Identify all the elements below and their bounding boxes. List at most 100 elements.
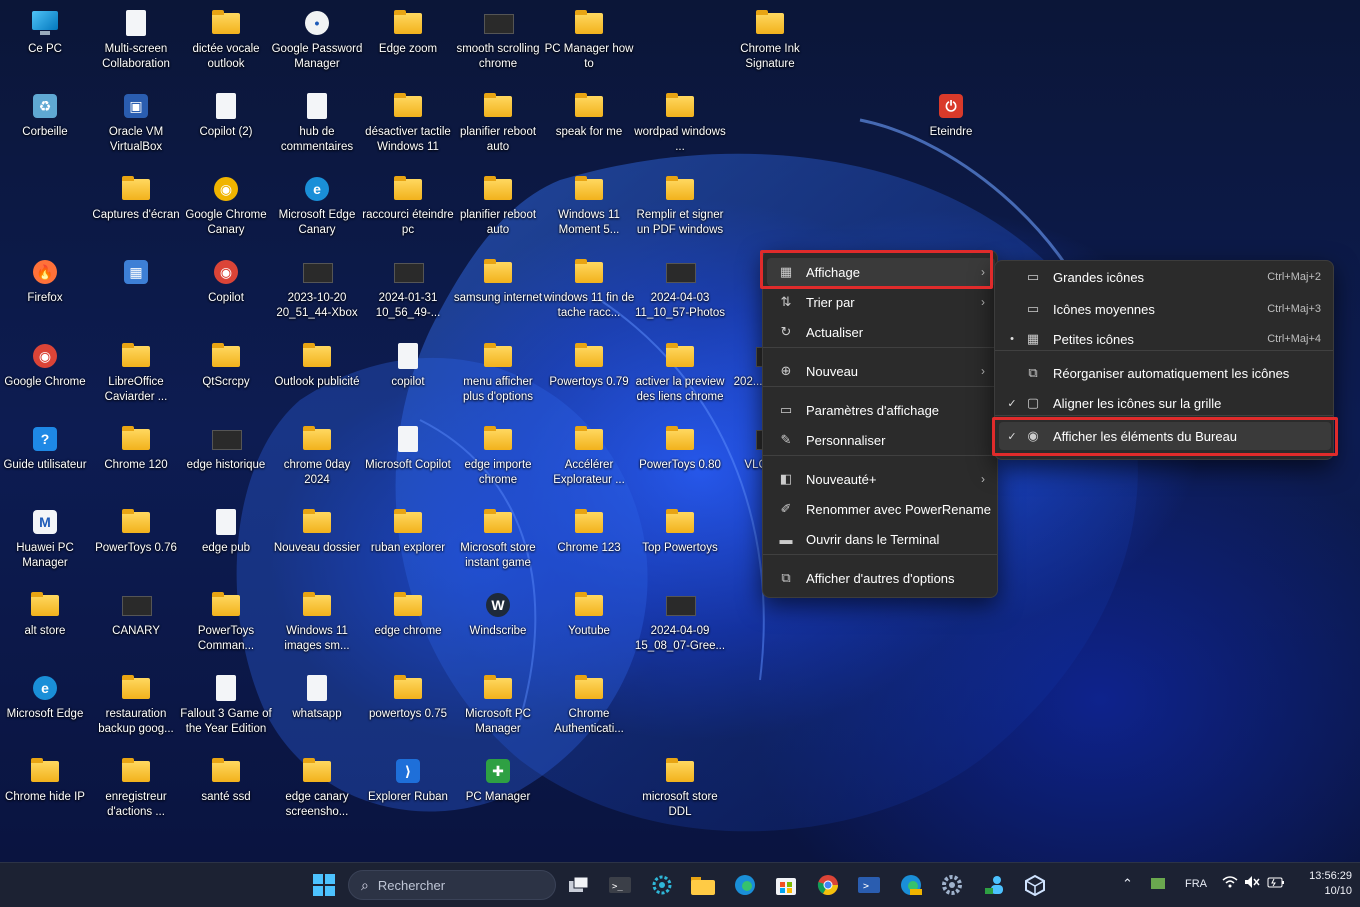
desktop-icon[interactable]: ◉ Google Chrome <box>1 337 89 419</box>
submenu-item[interactable]: ⧉ Réorganiser automatiquement les icônes <box>999 359 1331 387</box>
submenu-item[interactable]: ▭ Icônes moyennes Ctrl+Maj+3 <box>999 295 1331 323</box>
desktop-icon[interactable]: hub de commentaires <box>273 87 361 169</box>
desktop-icon[interactable]: Chrome Ink Signature <box>726 4 814 86</box>
people-taskbar-button[interactable] <box>979 870 1009 900</box>
desktop-icon[interactable]: PowerToys 0.80 <box>636 420 724 502</box>
volume-muted-icon[interactable] <box>1244 875 1260 892</box>
desktop-icon[interactable]: Edge zoom <box>364 4 452 86</box>
chrome-taskbar-button[interactable] <box>813 870 843 900</box>
context-menu-item[interactable]: ▬ Ouvrir dans le Terminal <box>767 525 995 553</box>
terminal-taskbar-button[interactable]: >_ <box>605 870 635 900</box>
desktop-icon[interactable]: 2024-04-03 11_10_57-Photos <box>635 253 725 335</box>
desktop-icon[interactable]: M Huawei PC Manager <box>1 503 89 585</box>
desktop-icon[interactable]: speak for me <box>545 87 633 169</box>
desktop-icon[interactable]: Chrome hide IP <box>1 752 89 834</box>
context-menu-item[interactable]: ⧉ Afficher d'autres d'options <box>767 564 995 592</box>
context-menu-item[interactable]: ⇅ Trier par › <box>767 288 995 316</box>
desktop-icon[interactable]: LibreOffice Caviarder ... <box>92 337 180 419</box>
desktop-icon[interactable]: ▦ <box>92 253 180 335</box>
desktop-icon[interactable]: ♻ Corbeille <box>1 87 89 169</box>
desktop-icon[interactable]: ⏻ Eteindre <box>907 87 995 169</box>
start-button[interactable] <box>309 870 339 900</box>
desktop-icon[interactable]: menu afficher plus d'options <box>454 337 542 419</box>
desktop-icon[interactable]: ✚ PC Manager <box>454 752 542 834</box>
powershell-taskbar-button[interactable]: > <box>854 870 884 900</box>
virtualbox-taskbar-button[interactable] <box>1020 870 1050 900</box>
context-menu-item[interactable]: ▦ Affichage › <box>767 258 995 286</box>
desktop-icon[interactable]: edge chrome <box>364 586 452 668</box>
desktop-icon[interactable]: 2024-01-31 10_56_49-... <box>364 253 452 335</box>
context-menu-item[interactable]: ⊕ Nouveau › <box>767 357 995 385</box>
desktop-icon[interactable]: Windows 11 Moment 5... <box>545 170 633 252</box>
file-explorer-button[interactable] <box>688 870 718 900</box>
desktop-icon[interactable]: chrome 0day 2024 <box>273 420 361 502</box>
desktop-icon[interactable]: Microsoft PC Manager <box>454 669 542 751</box>
language-indicator[interactable]: FRA <box>1185 878 1207 890</box>
edge-canary-taskbar-button[interactable] <box>896 870 926 900</box>
desktop-icon[interactable]: microsoft store DDL <box>636 752 724 834</box>
desktop-icon[interactable]: planifier reboot auto <box>454 87 542 169</box>
show-hidden-icons-chevron[interactable]: ⌃ <box>1122 876 1133 892</box>
desktop-icon[interactable]: wordpad windows ... <box>634 87 726 169</box>
tray-app-icon[interactable] <box>1150 875 1166 894</box>
desktop-icon[interactable]: QtScrcpy <box>182 337 270 419</box>
desktop-icon[interactable]: ◉ Copilot <box>182 253 270 335</box>
desktop-icon[interactable]: PowerToys 0.76 <box>92 503 180 585</box>
context-menu-item[interactable]: ◧ Nouveauté+ › <box>767 465 995 493</box>
desktop-icon[interactable]: Captures d'écran <box>92 170 180 252</box>
desktop-icon[interactable]: edge canary screensho... <box>273 752 361 834</box>
desktop-icon[interactable]: powertoys 0.75 <box>364 669 452 751</box>
desktop-icon[interactable]: edge importe chrome <box>454 420 542 502</box>
desktop-icon[interactable]: Chrome Authenticati... <box>545 669 633 751</box>
context-menu-item[interactable]: ↻ Actualiser <box>767 318 995 346</box>
taskbar-search-box[interactable]: ⌕ Rechercher <box>348 870 556 900</box>
desktop-icon[interactable]: désactiver tactile Windows 11 <box>364 87 452 169</box>
desktop-icon[interactable]: ? Guide utilisateur <box>1 420 89 502</box>
desktop-icon[interactable]: activer la preview des liens chrome <box>636 337 724 419</box>
desktop-icon[interactable]: Powertoys 0.79 <box>545 337 633 419</box>
desktop-icon[interactable]: windows 11 fin de tache racc... <box>544 253 634 335</box>
submenu-item[interactable]: ✓ ◉ Afficher les éléments du Bureau <box>999 422 1331 450</box>
desktop-icon[interactable]: W Windscribe <box>454 586 542 668</box>
desktop-icon[interactable]: Copilot (2) <box>182 87 270 169</box>
desktop-icon[interactable]: edge historique <box>182 420 270 502</box>
desktop-icon[interactable]: Remplir et signer un PDF windows <box>636 170 724 252</box>
settings-taskbar-button[interactable] <box>937 870 967 900</box>
desktop-icon[interactable]: planifier reboot auto <box>454 170 542 252</box>
desktop-icon[interactable]: Youtube <box>545 586 633 668</box>
desktop-icon[interactable]: Microsoft store instant game <box>454 503 542 585</box>
desktop-icon[interactable]: ruban explorer <box>364 503 452 585</box>
desktop-icon[interactable]: santé ssd <box>182 752 270 834</box>
desktop-icon[interactable]: Chrome 123 <box>545 503 633 585</box>
battery-icon[interactable] <box>1267 875 1285 892</box>
submenu-item[interactable]: ▭ Grandes icônes Ctrl+Maj+2 <box>999 263 1331 291</box>
desktop-icon[interactable]: 2024-04-09 15_08_07-Gree... <box>635 586 725 668</box>
desktop-icon[interactable]: ▣ Oracle VM VirtualBox <box>92 87 180 169</box>
context-menu-item[interactable]: ✎ Personnaliser <box>767 426 995 454</box>
desktop-icon[interactable]: 🔥 Firefox <box>1 253 89 335</box>
desktop-icon[interactable]: enregistreur d'actions ... <box>92 752 180 834</box>
submenu-item[interactable]: ✓ ▢ Aligner les icônes sur la grille <box>999 389 1331 417</box>
context-menu-item[interactable]: ▭ Paramètres d'affichage <box>767 396 995 424</box>
task-view-button[interactable] <box>564 870 594 900</box>
desktop-icon[interactable]: copilot <box>364 337 452 419</box>
desktop-icon[interactable]: Windows 11 images sm... <box>273 586 361 668</box>
desktop-icon[interactable]: Chrome 120 <box>92 420 180 502</box>
edge-taskbar-button[interactable] <box>730 870 760 900</box>
desktop-icon[interactable]: edge pub <box>182 503 270 585</box>
desktop-icon[interactable]: whatsapp <box>273 669 361 751</box>
desktop-icon[interactable]: smooth scrolling chrome <box>454 4 542 86</box>
desktop-icon[interactable]: Accélérer Explorateur ... <box>545 420 633 502</box>
desktop-icon[interactable]: Top Powertoys <box>636 503 724 585</box>
desktop-icon[interactable]: e Microsoft Edge <box>1 669 89 751</box>
context-menu-item[interactable]: ✐ Renommer avec PowerRename <box>767 495 995 523</box>
desktop-icon[interactable]: samsung internet <box>454 253 542 335</box>
desktop-icon[interactable]: Microsoft Copilot <box>364 420 452 502</box>
desktop-icon[interactable]: PowerToys Comman... <box>182 586 270 668</box>
desktop-icon[interactable]: Outlook publicité <box>273 337 361 419</box>
desktop-icon[interactable]: Multi-screen Collaboration <box>92 4 180 86</box>
submenu-item[interactable]: • ▦ Petites icônes Ctrl+Maj+4 <box>999 325 1331 353</box>
desktop-icon[interactable]: ◉ Google Chrome Canary <box>182 170 270 252</box>
desktop-icon[interactable]: • Google Password Manager <box>272 4 362 86</box>
desktop-icon[interactable]: alt store <box>1 586 89 668</box>
